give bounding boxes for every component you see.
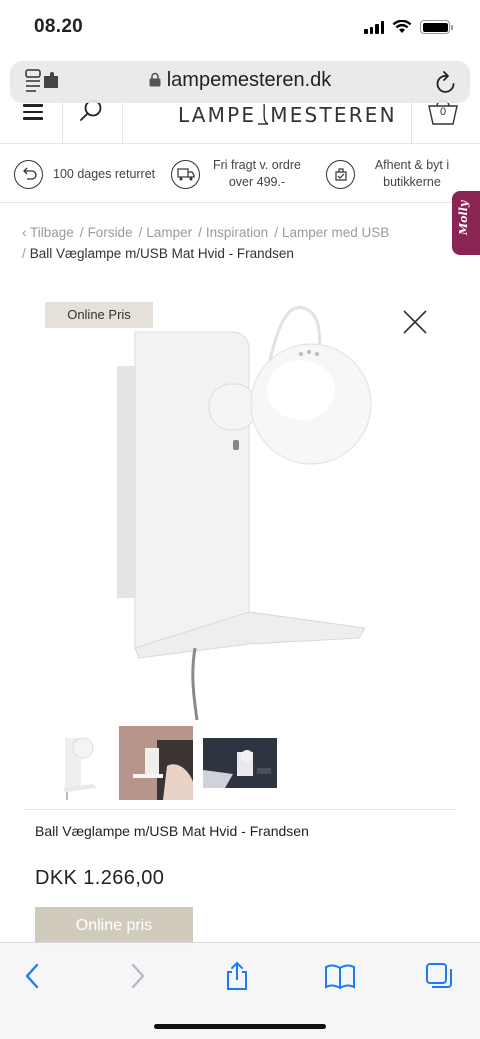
usp-text: Fri fragt v. ordre over 499.- xyxy=(213,158,301,189)
status-bar: 08.20 xyxy=(0,0,480,56)
close-icon[interactable] xyxy=(401,308,429,336)
breadcrumb-item[interactable]: Forside xyxy=(88,225,133,240)
breadcrumb-separator: / xyxy=(198,225,202,240)
usp-item-returns: 100 dages returret xyxy=(14,145,155,203)
card-divider xyxy=(23,809,457,810)
thumbnail-3[interactable] xyxy=(203,738,277,788)
cart-count: 0 xyxy=(439,106,447,118)
molly-label: Molly xyxy=(457,200,470,235)
breadcrumb-item[interactable]: Inspiration xyxy=(206,225,268,240)
breadcrumb-back[interactable]: Tilbage xyxy=(30,225,74,240)
back-chevron-icon[interactable]: ‹ xyxy=(22,225,27,240)
product-gallery: Online Pris xyxy=(23,282,457,810)
reload-icon[interactable] xyxy=(434,69,458,95)
store-icon xyxy=(326,159,355,189)
truck-icon xyxy=(171,159,200,189)
wifi-icon xyxy=(392,20,412,33)
usp-item-shipping: Fri fragt v. ordre over 499.- xyxy=(171,145,306,203)
thumbnail-1[interactable] xyxy=(45,726,119,800)
url-text[interactable]: lampemesteren.dk xyxy=(10,69,470,92)
usp-item-store: Afhent & byt i butikkerne xyxy=(326,145,455,203)
home-indicator xyxy=(154,1024,326,1029)
breadcrumb-item[interactable]: Lamper xyxy=(146,225,192,240)
bookmarks-icon[interactable] xyxy=(324,961,356,991)
breadcrumb-separator: / xyxy=(138,225,143,240)
breadcrumb: ‹ Tilbage / Forside / Lamper / Inspiration / Lam… xyxy=(22,222,442,264)
site-logo[interactable]: LAMPE MESTEREN xyxy=(178,103,397,127)
hamburger-menu-icon[interactable] xyxy=(14,100,52,124)
signal-icon xyxy=(364,20,384,34)
status-icons xyxy=(364,20,453,34)
breadcrumb-item[interactable]: Lamper med USB xyxy=(282,225,389,240)
breadcrumb-separator: / xyxy=(274,225,278,240)
online-price-button[interactable]: Online pris xyxy=(35,907,193,945)
return-icon xyxy=(14,159,43,189)
logo-text-left: LAMPE xyxy=(178,103,257,127)
url-label: lampemesteren.dk xyxy=(166,69,332,91)
battery-icon xyxy=(420,20,453,34)
product-info: Ball Væglampe m/USB Mat Hvid - Frandsen … xyxy=(23,811,457,946)
browser-url-bar[interactable]: lampemesteren.dk xyxy=(10,61,470,103)
thumbnail-2[interactable] xyxy=(119,726,193,800)
thumbnail-strip xyxy=(23,722,457,802)
molly-chat-tab[interactable]: Molly xyxy=(452,191,480,255)
breadcrumb-current: Ball Væglampe m/USB Mat Hvid - Frandsen xyxy=(29,246,294,261)
usp-text: Afhent & byt i butikkerne xyxy=(374,158,450,189)
product-main-image[interactable] xyxy=(113,292,403,720)
lock-icon xyxy=(149,72,161,87)
share-icon[interactable] xyxy=(222,961,252,991)
logo-lamp-mark xyxy=(258,103,269,125)
forward-icon[interactable] xyxy=(122,961,152,991)
breadcrumb-separator: / xyxy=(79,225,84,240)
breadcrumb-separator: / xyxy=(22,246,26,261)
status-time: 08.20 xyxy=(34,16,84,37)
usp-bar: 100 dages returret Fri fragt v. ordre ov… xyxy=(0,145,480,203)
product-price: DKK 1.266,00 xyxy=(35,867,165,889)
back-icon[interactable] xyxy=(18,961,48,991)
usp-text: 100 dages returret xyxy=(53,166,156,181)
tabs-icon[interactable] xyxy=(424,961,454,991)
logo-text-right: MESTEREN xyxy=(270,103,397,127)
product-title: Ball Væglampe m/USB Mat Hvid - Frandsen xyxy=(35,823,309,839)
